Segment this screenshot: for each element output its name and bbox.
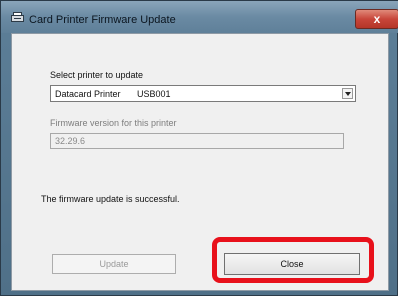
- select-printer-label: Select printer to update: [50, 70, 144, 80]
- title-bar[interactable]: Card Printer Firmware Update x: [1, 1, 398, 33]
- firmware-version-field: 32.29.6: [50, 133, 344, 149]
- printer-name: Datacard Printer: [55, 89, 121, 99]
- status-message: The firmware update is successful.: [41, 194, 180, 204]
- printer-port: USB001: [137, 89, 171, 99]
- printer-icon: [11, 12, 24, 22]
- dropdown-arrow-icon[interactable]: [342, 88, 353, 99]
- printer-select[interactable]: Datacard Printer USB001: [50, 85, 356, 102]
- window-close-button[interactable]: x: [355, 9, 398, 29]
- firmware-version-label: Firmware version for this printer: [50, 118, 177, 128]
- close-button-highlight: [212, 237, 374, 283]
- window-title: Card Printer Firmware Update: [29, 14, 176, 26]
- update-button[interactable]: Update: [52, 254, 176, 274]
- firmware-version-value: 32.29.6: [55, 136, 86, 146]
